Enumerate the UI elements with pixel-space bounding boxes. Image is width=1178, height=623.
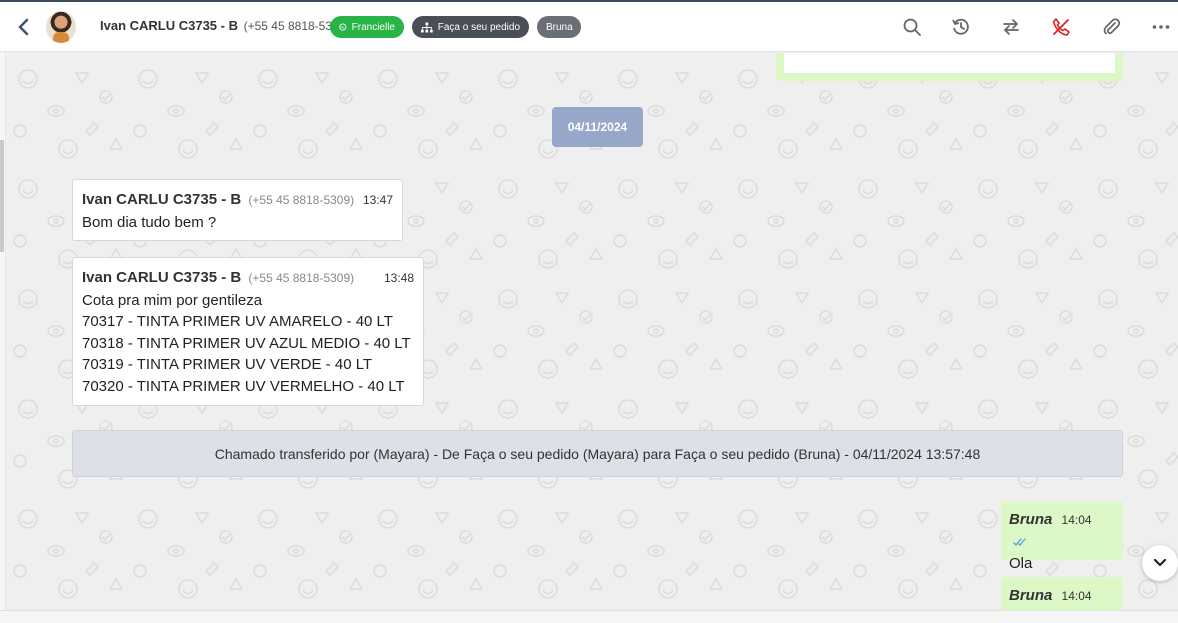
message-time: 14:04 (1061, 589, 1092, 603)
sitemap-icon (421, 22, 433, 32)
back-icon[interactable] (14, 16, 34, 38)
channel-badge[interactable]: Francielle (330, 16, 404, 38)
agent-badge-label: Bruna (546, 21, 573, 33)
attach-icon[interactable] (1101, 17, 1121, 37)
more-icon[interactable] (1151, 17, 1171, 37)
channel-badge-label: Francielle (351, 21, 395, 33)
message-sender-phone: (+55 45 8818-5309) (248, 193, 355, 207)
message-time: 13:48 (383, 271, 414, 285)
message-text-line: Cota pra mim por gentileza (82, 291, 263, 309)
incoming-message[interactable]: Ivan CARLU C3735 - B (+55 45 8818-5309) … (72, 257, 424, 406)
scroll-to-bottom-button[interactable] (1142, 545, 1178, 581)
system-transfer-message: Chamado transferido por (Mayara) - De Fa… (72, 430, 1123, 477)
end-call-icon[interactable] (1051, 17, 1071, 37)
message-text: Ola (1009, 554, 1033, 572)
incoming-message[interactable]: Ivan CARLU C3735 - B (+55 45 8818-5309) … (72, 179, 403, 241)
message-sender: Bruna (1009, 587, 1053, 604)
search-icon[interactable] (902, 17, 922, 37)
chevron-down-icon (1153, 558, 1167, 567)
transfer-icon[interactable] (1001, 17, 1021, 37)
outgoing-message[interactable]: Bruna 14:04 (1001, 577, 1123, 610)
system-message-text: Chamado transferido por (Mayara) - De Fa… (214, 445, 981, 462)
message-text-line: 70320 - TINTA PRIMER UV VERMELHO - 40 LT (82, 377, 405, 395)
message-time: 14:04 (1061, 513, 1092, 527)
message-sender-phone: (+55 45 8818-5309) (248, 271, 355, 285)
avatar[interactable] (46, 11, 76, 43)
previous-message-bubble[interactable] (776, 53, 1123, 81)
chat-header: Ivan CARLU C3735 - B (+55 45 8818-5309) … (0, 2, 1178, 52)
queue-badge-label: Faça o seu pedido (437, 21, 520, 33)
message-sender: Bruna (1009, 511, 1053, 528)
outgoing-message[interactable]: Bruna 14:04 Ola (1001, 501, 1123, 572)
message-text-line: 70317 - TINTA PRIMER UV AMARELO - 40 LT (82, 313, 393, 330)
agent-badge[interactable]: Bruna (537, 16, 581, 38)
queue-badge[interactable]: Faça o seu pedido (412, 16, 529, 38)
message-time: 13:47 (362, 193, 393, 207)
message-text-line: 70318 - TINTA PRIMER UV AZUL MEDIO - 40 … (82, 334, 411, 352)
message-text: Bom dia tudo bem ? (82, 213, 217, 231)
whatsapp-icon (339, 23, 347, 31)
composer-bar-edge (0, 610, 1178, 623)
message-sender: Ivan CARLU C3735 - B (82, 269, 242, 286)
date-separator: 04/11/2024 (552, 107, 643, 147)
message-sender: Ivan CARLU C3735 - B (82, 191, 242, 208)
message-text-line: 70319 - TINTA PRIMER UV VERDE - 40 LT (82, 356, 373, 373)
contact-info[interactable]: Ivan CARLU C3735 - B (+55 45 8818-5309) (100, 18, 349, 33)
chat-area[interactable]: 04/11/2024 Ivan CARLU C3735 - B (+55 45 … (6, 53, 1178, 610)
history-icon[interactable] (951, 17, 971, 37)
contact-name: Ivan CARLU C3735 - B (100, 18, 238, 33)
read-ticks-icon (1013, 532, 1029, 553)
